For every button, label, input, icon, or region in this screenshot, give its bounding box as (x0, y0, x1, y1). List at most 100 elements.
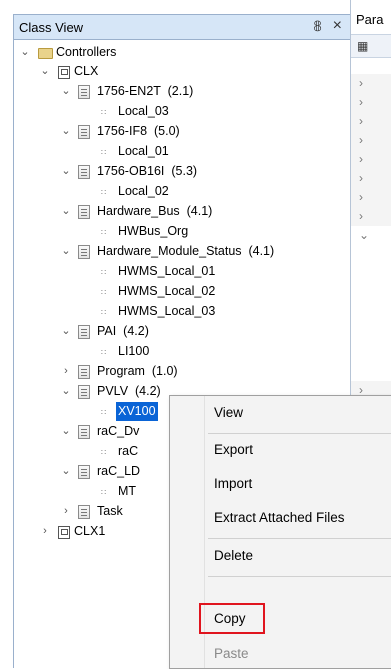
param-row-expanded[interactable]: ⌄ (351, 226, 391, 382)
menu-separator (208, 433, 391, 434)
chevron-down-icon[interactable]: ⌄ (39, 62, 51, 81)
param-row[interactable]: › (351, 112, 391, 132)
chevron-right-icon[interactable]: › (39, 522, 51, 541)
chevron-down-icon[interactable]: ⌄ (19, 43, 31, 62)
chevron-down-icon[interactable]: ⌄ (60, 322, 72, 341)
param-row[interactable]: › (351, 74, 391, 94)
menu-item-delete[interactable]: Delete (214, 548, 253, 563)
param-row[interactable]: › (351, 169, 391, 189)
tree-item-module[interactable]: ⌄ Hardware_Module_Status (4.1) (14, 242, 344, 261)
chevron-right-icon[interactable]: › (359, 209, 363, 223)
tree-item-module[interactable]: ⌄ 1756-OB16I (5.3) (14, 162, 344, 181)
tree-item-module[interactable]: › Program (1.0) (14, 362, 344, 381)
chevron-down-icon[interactable]: ⌄ (60, 462, 72, 481)
tree-item-instance[interactable]: ∷ Local_03 (14, 102, 344, 121)
tree-item-label: HWBus_Org (118, 224, 189, 238)
tree-item-instance[interactable]: ∷ HWMS_Local_03 (14, 302, 344, 321)
tree-item-controllers[interactable]: ⌄ Controllers (14, 43, 344, 62)
module-icon (78, 245, 90, 259)
module-icon (78, 385, 90, 399)
close-icon[interactable]: × (333, 17, 342, 35)
controller-icon (58, 66, 70, 79)
param-row[interactable]: › (351, 207, 391, 227)
instance-icon: ∷ (101, 308, 107, 317)
tree-item-label: Controllers (56, 45, 117, 59)
tree-item-instance[interactable]: ∷ HWMS_Local_01 (14, 262, 344, 281)
tree-item-label: Program (1.0) (97, 364, 178, 378)
module-icon (78, 505, 90, 519)
chevron-down-icon[interactable]: ⌄ (60, 422, 72, 441)
param-row[interactable]: › (351, 93, 391, 113)
chevron-right-icon[interactable]: › (60, 502, 72, 521)
chevron-right-icon[interactable]: › (60, 362, 72, 381)
module-icon (78, 125, 90, 139)
chevron-right-icon[interactable]: › (359, 190, 363, 204)
menu-item-copy[interactable]: Copy (214, 611, 246, 626)
param-row[interactable]: › (351, 150, 391, 170)
chevron-right-icon[interactable]: › (359, 133, 363, 147)
chevron-right-icon[interactable]: › (359, 152, 363, 166)
module-icon (78, 165, 90, 179)
instance-icon: ∷ (101, 108, 107, 117)
module-icon (78, 425, 90, 439)
tree-item-module[interactable]: ⌄ 1756-IF8 (5.0) (14, 122, 344, 141)
module-icon (78, 465, 90, 479)
chevron-down-icon[interactable]: ⌄ (60, 82, 72, 101)
tree-item-label: Hardware_Module_Status (4.1) (97, 244, 275, 258)
chevron-down-icon[interactable]: ⌄ (60, 122, 72, 141)
instance-icon: ∷ (101, 148, 107, 157)
tree-item-label: MT (118, 484, 137, 498)
tree-item-label: Task (97, 504, 123, 518)
tree-item-label: CLX1 (74, 524, 106, 538)
chevron-right-icon[interactable]: › (359, 76, 363, 90)
tree-item-label: HWMS_Local_02 (118, 284, 216, 298)
module-icon (78, 85, 90, 99)
module-icon (78, 365, 90, 379)
grid-view-icon[interactable]: ▦ (357, 39, 368, 53)
controller-icon (58, 526, 70, 539)
menu-item-view[interactable]: View (214, 405, 243, 420)
tree-item-instance[interactable]: ∷ Local_02 (14, 182, 344, 201)
tree-item-label: XV100 (116, 402, 158, 421)
chevron-down-icon[interactable]: ⌄ (60, 382, 72, 401)
tree-item-instance[interactable]: ∷ HWMS_Local_02 (14, 282, 344, 301)
menu-separator (208, 538, 391, 539)
chevron-down-icon[interactable]: ⌄ (60, 162, 72, 181)
pin-icon[interactable]: 𝟠 (313, 18, 322, 35)
tree-item-label: LI100 (118, 344, 150, 358)
tree-item-label: 1756-EN2T (2.1) (97, 84, 194, 98)
tree-item-label: CLX (74, 64, 99, 78)
menu-item-paste[interactable]: Paste (214, 646, 249, 661)
chevron-down-icon[interactable]: ⌄ (60, 242, 72, 261)
menu-item-extract-attached-files[interactable]: Extract Attached Files (214, 510, 345, 525)
tree-item-instance[interactable]: ∷ HWBus_Org (14, 222, 344, 241)
instance-icon: ∷ (101, 488, 107, 497)
tree-item-label: PVLV (4.2) (97, 384, 161, 398)
instance-icon: ∷ (101, 408, 107, 417)
chevron-right-icon[interactable]: › (359, 171, 363, 185)
instance-icon: ∷ (101, 268, 107, 277)
instance-icon: ∷ (101, 228, 107, 237)
menu-item-export[interactable]: Export (214, 442, 253, 457)
tree-item-label: PAI (4.2) (97, 324, 149, 338)
tree-item-module[interactable]: ⌄ Hardware_Bus (4.1) (14, 202, 344, 221)
chevron-right-icon[interactable]: › (359, 95, 363, 109)
param-row[interactable]: › (351, 188, 391, 208)
chevron-down-icon[interactable]: ⌄ (359, 228, 369, 242)
tree-item-clx[interactable]: ⌄ CLX (14, 62, 344, 81)
param-row[interactable]: › (351, 131, 391, 151)
tree-item-label: 1756-IF8 (5.0) (97, 124, 180, 138)
chevron-down-icon[interactable]: ⌄ (60, 202, 72, 221)
folder-icon (38, 48, 53, 59)
tree-item-instance[interactable]: ∷ Local_01 (14, 142, 344, 161)
tree-item-module[interactable]: ⌄ 1756-EN2T (2.1) (14, 82, 344, 101)
parameters-toolbar: ▦ (351, 34, 391, 58)
tree-item-label: raC_Dv (97, 424, 140, 438)
class-view-header: Class View 𝟠 × (14, 15, 350, 40)
tree-item-module[interactable]: ⌄ PAI (4.2) (14, 322, 344, 341)
tree-item-instance[interactable]: ∷ LI100 (14, 342, 344, 361)
instance-icon: ∷ (101, 348, 107, 357)
tree-item-label: raC_LD (97, 464, 141, 478)
menu-item-import[interactable]: Import (214, 476, 252, 491)
chevron-right-icon[interactable]: › (359, 114, 363, 128)
